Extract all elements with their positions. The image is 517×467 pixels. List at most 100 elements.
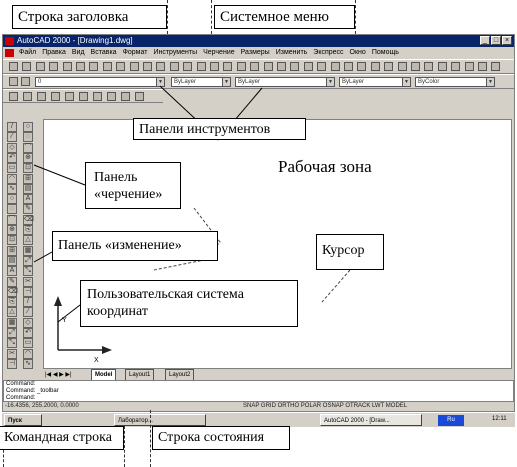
system-menu-icon[interactable] [5, 49, 14, 57]
standard-tool-icon[interactable] [9, 62, 18, 71]
menu-item-5[interactable]: Инструменты [153, 49, 197, 56]
standard-tool-icon[interactable] [49, 62, 59, 71]
zoom-tool-icon[interactable] [51, 92, 60, 101]
draw-tool-icon[interactable]: ⁄ [7, 132, 17, 143]
draw-tool-icon[interactable]: ↶ [7, 152, 17, 163]
draw-tool-icon[interactable]: ✎ [7, 276, 17, 287]
linetype-combo[interactable]: ByLayer ▼ [235, 77, 335, 87]
menu-item-4[interactable]: Формат [123, 49, 148, 56]
modify-tool-icon[interactable]: ⊡ [23, 163, 33, 174]
zoom-tool-icon[interactable] [65, 92, 74, 101]
menu-item-3[interactable]: Вставка [91, 49, 117, 56]
layers-icon[interactable] [9, 77, 18, 86]
draw-tool-icon[interactable]: ⊞ [7, 245, 17, 256]
standard-tool-icon[interactable] [303, 62, 313, 71]
modify-tool-icon[interactable]: ▦ [23, 245, 33, 256]
standard-tool-icon[interactable] [411, 62, 420, 71]
standard-tool-icon[interactable] [210, 62, 219, 71]
modify-tool-icon[interactable]: △ [23, 235, 33, 246]
menu-item-10[interactable]: Окно [350, 49, 366, 56]
standard-tool-icon[interactable] [89, 62, 99, 71]
modify-tool-icon[interactable]: ⌫ [23, 214, 34, 225]
app-icon[interactable] [5, 37, 14, 45]
standard-tool-icon[interactable] [384, 62, 394, 71]
draw-tool-icon[interactable]: A [7, 266, 17, 277]
standard-tool-icon[interactable] [116, 62, 126, 71]
draw-tool-icon[interactable]: ▭ [7, 163, 17, 174]
taskbar-item-doc[interactable]: Лаборатор... [114, 414, 206, 426]
standard-tool-icon[interactable] [76, 62, 85, 71]
standard-tool-icon[interactable] [169, 62, 179, 71]
zoom-tool-icon[interactable] [93, 92, 102, 101]
draw-tool-icon[interactable]: ◌ [7, 204, 17, 215]
modify-tool-icon[interactable]: ⌒ [23, 142, 33, 153]
standard-tool-icon[interactable] [143, 62, 152, 71]
modify-tool-icon[interactable]: ○ [23, 122, 33, 132]
zoom-tool-icon[interactable] [79, 92, 88, 101]
menu-item-6[interactable]: Черчение [203, 49, 235, 56]
draw-tool-icon[interactable]: ⤡ [7, 338, 17, 349]
standard-tool-icon[interactable] [478, 62, 487, 71]
draw-tool-icon[interactable]: ✂ [7, 348, 17, 359]
menu-item-8[interactable]: Изменить [276, 49, 308, 56]
modify-tool-icon[interactable]: ⤢ [23, 255, 33, 266]
standard-tool-icon[interactable] [491, 62, 501, 71]
draw-tool-icon[interactable]: ⌫ [7, 286, 18, 297]
modify-tool-icon[interactable]: ◠ [23, 348, 33, 359]
modify-tool-icon[interactable]: ▤ [23, 183, 33, 194]
menu-item-9[interactable]: Экспресс [313, 49, 343, 56]
draw-tool-icon[interactable]: ▦ [7, 317, 17, 328]
maximize-button[interactable]: □ [491, 36, 501, 45]
standard-tool-icon[interactable] [263, 62, 273, 71]
standard-tool-icon[interactable] [156, 62, 166, 71]
standard-tool-icon[interactable] [236, 62, 246, 71]
language-indicator[interactable]: Ru [438, 415, 464, 426]
draw-tool-icon[interactable]: ⊣ [7, 358, 17, 369]
standard-tool-icon[interactable] [102, 62, 112, 71]
minimize-button[interactable]: _ [480, 36, 490, 45]
zoom-tool-icon[interactable] [37, 92, 46, 101]
tab-nav-arrows[interactable]: |◀ ◀ ▶ ▶| [45, 370, 72, 380]
zoom-tool-icon[interactable] [135, 92, 144, 101]
draw-tool-icon[interactable]: ⊕ [7, 225, 17, 235]
plotstyle-combo[interactable]: ByColor ▼ [415, 77, 495, 87]
draw-tool-icon[interactable]: ⤢ [7, 328, 17, 338]
modify-tool-icon[interactable]: ⤡ [23, 266, 33, 277]
standard-tool-icon[interactable] [35, 62, 45, 71]
standard-tool-icon[interactable] [277, 62, 286, 71]
standard-tool-icon[interactable] [62, 62, 72, 71]
standard-tool-icon[interactable] [317, 62, 327, 71]
modify-tool-icon[interactable]: ⊕ [23, 152, 33, 163]
standard-tool-icon[interactable] [357, 62, 367, 71]
standard-tool-icon[interactable] [370, 62, 380, 71]
draw-tool-icon[interactable]: ∿ [7, 183, 17, 194]
modify-tool-icon[interactable]: ◇ [23, 317, 33, 328]
standard-tool-icon[interactable] [437, 62, 447, 71]
zoom-tool-icon[interactable] [107, 92, 116, 101]
draw-tool-icon[interactable]: / [7, 122, 17, 132]
menu-item-11[interactable]: Помощь [372, 49, 399, 56]
status-modes[interactable]: SNAP GRID ORTHO POLAR OSNAP OTRACK LWT M… [243, 402, 407, 411]
standard-tool-icon[interactable] [290, 62, 300, 71]
draw-tool-icon[interactable]: ⊡ [7, 235, 17, 246]
draw-tool-icon[interactable]: ▤ [7, 255, 17, 266]
zoom-tool-icon[interactable] [9, 92, 18, 101]
draw-tool-icon[interactable]: ◠ [7, 173, 17, 184]
menu-item-0[interactable]: Файл [19, 49, 36, 56]
menu-item-7[interactable]: Размеры [241, 49, 270, 56]
draw-tool-icon[interactable]: ⌒ [7, 214, 17, 225]
draw-tool-icon[interactable]: △ [7, 307, 17, 318]
modify-tool-icon[interactable]: ⁄ [23, 307, 33, 318]
modify-tool-icon[interactable]: ◌ [23, 132, 33, 143]
menu-item-2[interactable]: Вид [72, 49, 85, 56]
draw-tool-icon[interactable]: ○ [7, 194, 17, 205]
standard-tool-icon[interactable] [464, 62, 474, 71]
lineweight-combo[interactable]: ByLayer ▼ [339, 77, 411, 87]
draw-tool-icon[interactable]: ◇ [7, 142, 17, 153]
color-combo[interactable]: ByLayer ▼ [171, 77, 231, 87]
standard-tool-icon[interactable] [250, 62, 260, 71]
standard-tool-icon[interactable] [344, 62, 353, 71]
modify-tool-icon[interactable]: ⎘ [23, 225, 33, 235]
standard-tool-icon[interactable] [451, 62, 461, 71]
command-line[interactable]: Command: Command: _toolbar Command: [3, 380, 514, 402]
